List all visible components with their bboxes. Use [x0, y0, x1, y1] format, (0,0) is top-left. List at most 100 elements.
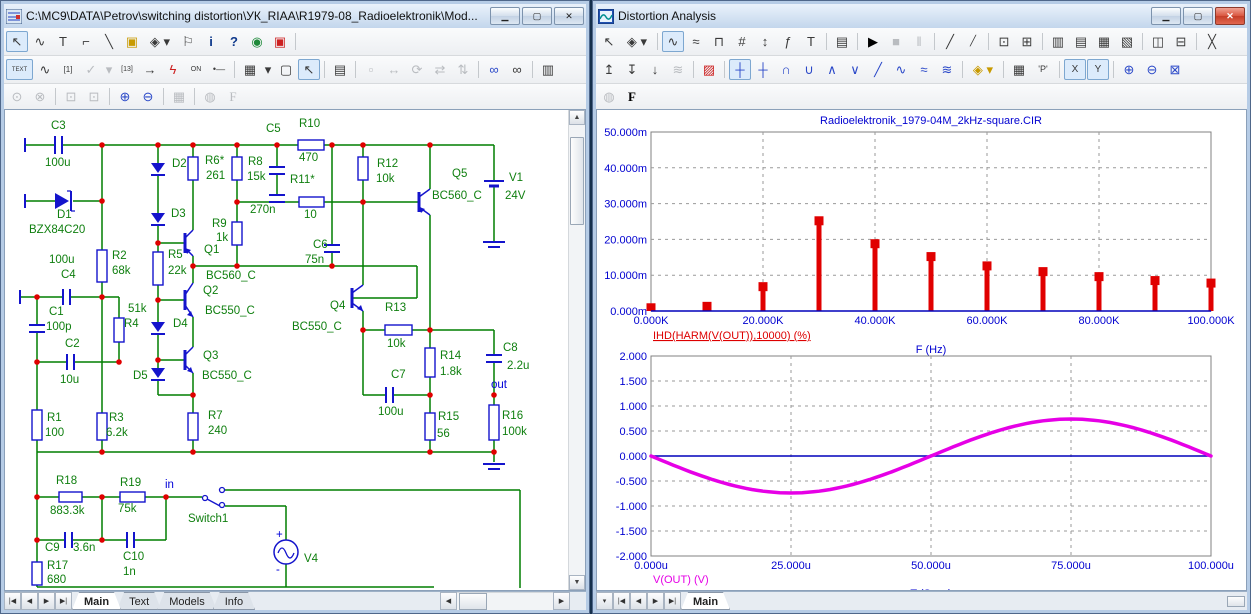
page-nav-button[interactable]: |◀ — [613, 592, 630, 610]
plot-area[interactable]: Radioelektronik_1979-04M_2kHz-square.CIR… — [596, 109, 1247, 591]
part-selector-dropdown[interactable]: ◈ ▾ — [621, 31, 653, 52]
page-tab-models[interactable]: Models — [157, 592, 216, 610]
cursor-mode-button[interactable]: ↖ — [298, 59, 320, 80]
component-tool[interactable]: ▣ — [121, 31, 143, 52]
vertical-scrollbar[interactable]: ▲ ▼ — [568, 110, 585, 590]
log-grid-toggle[interactable]: ▧ — [1116, 31, 1138, 52]
vertical-scroll-track[interactable] — [569, 125, 585, 575]
zoom-box-button[interactable]: ⊠ — [1164, 59, 1186, 80]
vertical-cursor-toggle[interactable]: ┼ — [752, 59, 774, 80]
current-display-toggle[interactable]: → — [139, 59, 161, 80]
go-to-peak-button[interactable]: ∩ — [775, 59, 797, 80]
select-region-button[interactable]: ▫ — [360, 59, 382, 80]
grid-box-toggle[interactable]: ⊞ — [1016, 31, 1038, 52]
grid-toggle[interactable]: ▦ — [239, 59, 261, 80]
web-info-icon[interactable]: ◉ — [246, 31, 268, 52]
close-button[interactable]: ✕ — [554, 7, 584, 25]
select-region-toggle[interactable]: ⊡ — [993, 31, 1015, 52]
error-indicator-icon[interactable]: ▣ — [269, 31, 291, 52]
page-nav-button[interactable]: ▶ — [647, 592, 664, 610]
help-mode-tool[interactable]: ? — [223, 31, 245, 52]
maximize-button[interactable]: ▢ — [522, 7, 552, 25]
page-nav-button[interactable]: ▶| — [55, 592, 72, 610]
scroll-up-button[interactable]: ▲ — [569, 110, 585, 125]
close-button[interactable]: ✕ — [1215, 7, 1245, 25]
ruler-toggle[interactable]: ▤ — [1070, 31, 1092, 52]
stretch-button[interactable]: ↔ — [383, 59, 405, 80]
stop-button[interactable]: ■ — [885, 31, 907, 52]
page-nav-button[interactable]: ▶| — [664, 592, 681, 610]
clear-errors-button[interactable]: ⊗ — [29, 86, 51, 107]
wire-mode-tool[interactable]: ∿ — [29, 31, 51, 52]
help-globe-button[interactable]: ◍ — [598, 86, 620, 107]
copy-page-button[interactable]: ⊡ — [83, 86, 105, 107]
go-to-global-low-button[interactable]: ≋ — [936, 59, 958, 80]
font-button[interactable]: F — [621, 86, 643, 107]
page-nav-button[interactable]: ▾ — [596, 592, 613, 610]
polyline-tool[interactable]: ╱ — [962, 31, 984, 52]
tracker-toggle[interactable]: ↕ — [754, 31, 776, 52]
page-nav-button[interactable]: ▶ — [38, 592, 55, 610]
align-cursors-button[interactable]: ≋ — [667, 59, 689, 80]
select-curve-toggle[interactable]: ≈ — [685, 31, 707, 52]
scroll-right-button[interactable]: ▶ — [553, 592, 570, 610]
page-tab-info[interactable]: Info — [213, 592, 255, 610]
splitter-thumb[interactable] — [1227, 596, 1245, 607]
info-page-button[interactable]: ▥ — [537, 59, 559, 80]
y-scale-toggle[interactable]: Y — [1087, 59, 1109, 80]
go-to-low-button[interactable]: ∨ — [844, 59, 866, 80]
split-vertical-toggle[interactable]: ⊟ — [1170, 31, 1192, 52]
page-nav-button[interactable]: ◀ — [630, 592, 647, 610]
minimize-button[interactable]: ▁ — [490, 7, 520, 25]
horizontal-scroll-track[interactable] — [457, 592, 553, 610]
scope-tool[interactable]: ╳ — [1201, 31, 1223, 52]
scroll-left-button[interactable]: ◀ — [440, 592, 457, 610]
maximize-button[interactable]: ▢ — [1183, 7, 1213, 25]
text-tool[interactable]: T — [800, 31, 822, 52]
zoom-out-button[interactable]: ⊖ — [1141, 59, 1163, 80]
data-points-toggle[interactable]: ▥ — [1047, 31, 1069, 52]
cursor-mode-toggle[interactable]: ∿ — [662, 31, 684, 52]
minor-grid-toggle[interactable]: ▦ — [1093, 31, 1115, 52]
properties-button[interactable]: ▤ — [831, 31, 853, 52]
horizontal-cursor-toggle[interactable]: ┼ — [729, 59, 751, 80]
analysis-titlebar[interactable]: Distortion Analysis ▁ ▢ ✕ — [596, 4, 1247, 28]
schematic-canvas[interactable]: C3100uD1BZX84C20100uC4R268kC1100pC210uR1… — [5, 110, 568, 590]
thumbnail-button[interactable]: ▦ — [168, 86, 190, 107]
ortho-wire-tool[interactable]: ⌐ — [75, 31, 97, 52]
go-to-branch-button[interactable]: ↓ — [644, 59, 666, 80]
flip-y-button[interactable]: ⇅ — [452, 59, 474, 80]
run-button[interactable]: ▶ — [862, 31, 884, 52]
zoom-in-button[interactable]: ⊕ — [1118, 59, 1140, 80]
node-numbers-toggle[interactable]: [1] — [57, 59, 79, 80]
attribute-display-toggle[interactable]: ∿ — [34, 59, 56, 80]
info-tool[interactable]: i — [200, 31, 222, 52]
horizontal-scrollbar[interactable]: ◀ ▶ — [440, 592, 570, 610]
flag-tool[interactable]: ⚐ — [177, 31, 199, 52]
go-to-high-button[interactable]: ∧ — [821, 59, 843, 80]
node-snap-toggle[interactable]: •— — [208, 59, 230, 80]
border-toggle[interactable]: ▢ — [275, 59, 297, 80]
copy-to-clipboard-button[interactable]: ⊡ — [60, 86, 82, 107]
vip-toggle[interactable]: ✓ — [80, 59, 102, 80]
text-display-toggle[interactable]: TEXT — [6, 59, 33, 80]
condition-display-toggle[interactable]: ON — [185, 59, 207, 80]
schematic-titlebar[interactable]: C:\MC9\DATA\Petrov\switching distortion\… — [4, 4, 586, 28]
scroll-down-button[interactable]: ▼ — [569, 575, 585, 590]
next-branch-button[interactable]: ↥ — [598, 59, 620, 80]
animate-button[interactable]: ▨ — [698, 59, 720, 80]
rotate-button[interactable]: ⟳ — [406, 59, 428, 80]
page-tab-text[interactable]: Text — [117, 592, 161, 610]
page-nav-button[interactable]: |◀ — [4, 592, 21, 610]
harmonics-bars[interactable] — [647, 216, 1216, 311]
page-nav-button[interactable]: ◀ — [21, 592, 38, 610]
power-display-toggle[interactable]: ϟ — [162, 59, 184, 80]
split-horizontal-toggle[interactable]: ◫ — [1147, 31, 1169, 52]
attributes-dialog-button[interactable]: ▤ — [329, 59, 351, 80]
data-grid-button[interactable]: ▦ — [1008, 59, 1030, 80]
line-tool[interactable]: ╱ — [939, 31, 961, 52]
go-to-slope-button[interactable]: ╱ — [867, 59, 889, 80]
repeat-find-button[interactable]: ∞ — [506, 59, 528, 80]
prev-branch-button[interactable]: ↧ — [621, 59, 643, 80]
text-tool[interactable]: T — [52, 31, 74, 52]
